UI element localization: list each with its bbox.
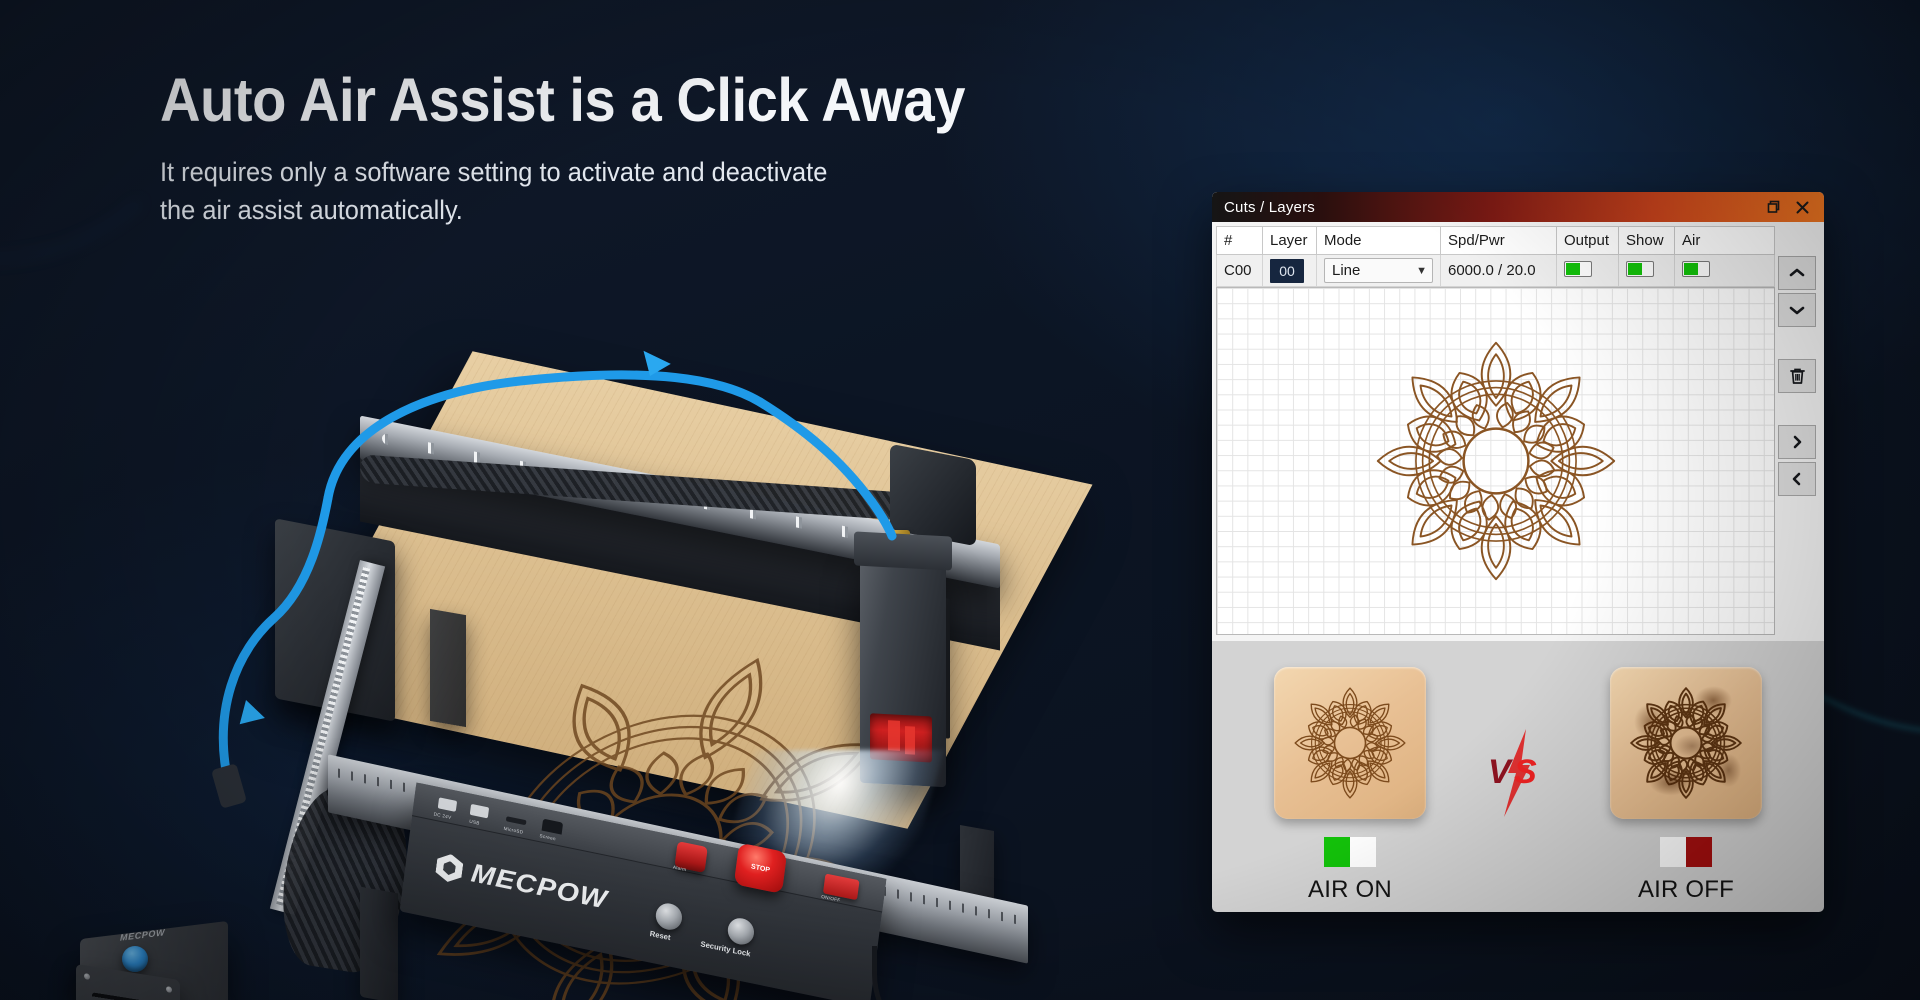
chevron-down-icon: ▼ xyxy=(1416,264,1427,277)
port-microsd[interactable] xyxy=(505,816,527,826)
mecpow-logo: MECPOW xyxy=(434,850,609,915)
cell-layer[interactable]: 00 xyxy=(1262,254,1317,287)
air-on-subtitle: With Auto Air Assist xyxy=(1290,909,1411,912)
emergency-stop-button[interactable]: STOP xyxy=(733,842,788,894)
vs-badge: V S xyxy=(1464,667,1572,821)
chevron-left-icon xyxy=(1792,472,1801,486)
vs-letter-v: V xyxy=(1488,753,1514,791)
tool-spacer-top xyxy=(1778,330,1816,356)
vs-letter-s: S xyxy=(1514,753,1537,791)
cell-spd-pwr[interactable]: 6000.0 / 20.0 xyxy=(1440,254,1557,287)
air-pump-control-knob[interactable] xyxy=(122,946,148,972)
port-usb[interactable] xyxy=(469,803,490,819)
port-label-screen: Screen xyxy=(539,833,557,843)
dialog-main-area: # Layer Mode Spd/Pwr Output Show Air C00 xyxy=(1216,226,1775,635)
indicator-white-square xyxy=(1350,837,1376,867)
move-down-button[interactable] xyxy=(1778,293,1816,327)
close-icon[interactable] xyxy=(1788,194,1816,220)
chevron-right-icon xyxy=(1793,435,1802,449)
cell-show xyxy=(1618,254,1675,287)
page-background: Auto Air Assist is a Click Away It requi… xyxy=(0,0,1920,1000)
indicator-red-square xyxy=(1686,837,1712,867)
chevron-down-icon xyxy=(1789,306,1805,315)
air-on-title: AIR ON xyxy=(1308,876,1392,903)
reset-knob-label: Reset xyxy=(649,929,672,942)
laser-head-top-cap xyxy=(854,531,952,571)
trash-icon xyxy=(1789,368,1805,384)
port-screen[interactable] xyxy=(541,818,564,835)
delete-button[interactable] xyxy=(1778,359,1816,393)
air-pump-vent-grille xyxy=(92,992,164,1000)
port-label-microsd: MicroSD xyxy=(503,826,524,836)
sample-tile-air-on xyxy=(1274,667,1426,819)
air-off-indicator xyxy=(1660,837,1712,867)
cell-air xyxy=(1674,254,1775,287)
engraved-mandala-sooty xyxy=(1630,687,1742,799)
col-header-show: Show xyxy=(1618,226,1675,255)
engraved-mandala-clean xyxy=(1294,687,1406,799)
port-dc24v[interactable] xyxy=(437,797,458,812)
dialog-body: # Layer Mode Spd/Pwr Output Show Air C00 xyxy=(1212,222,1824,641)
move-up-button[interactable] xyxy=(1778,256,1816,290)
sample-tile-air-off xyxy=(1610,667,1762,819)
dialog-titlebar: Cuts / Layers xyxy=(1212,192,1824,222)
col-header-layer: Layer xyxy=(1262,226,1317,255)
security-lock-knob[interactable] xyxy=(726,915,756,947)
col-header-output: Output xyxy=(1556,226,1619,255)
move-left-button[interactable] xyxy=(1778,462,1816,496)
mode-dropdown[interactable]: Line ▼ xyxy=(1324,258,1433,283)
design-canvas[interactable] xyxy=(1216,287,1775,635)
show-toggle[interactable] xyxy=(1626,260,1654,277)
air-assist-comparison: AIR ON With Auto Air Assist V S xyxy=(1212,641,1824,912)
chevron-up-icon xyxy=(1789,268,1805,277)
col-header-number: # xyxy=(1216,226,1263,255)
air-on-indicator xyxy=(1324,837,1376,867)
air-off-subtitle: Without Auto Air Assist xyxy=(1616,909,1756,912)
dialog-title: Cuts / Layers xyxy=(1224,198,1315,216)
indicator-white-square xyxy=(1660,837,1686,867)
comparison-air-on: AIR ON With Auto Air Assist xyxy=(1236,667,1464,912)
frame-leg-front-left xyxy=(360,886,398,1000)
page-subtitle: It requires only a software setting to a… xyxy=(160,156,828,225)
hero-text-block: Auto Air Assist is a Click Away It requi… xyxy=(160,68,1260,229)
col-header-spd-pwr: Spd/Pwr xyxy=(1440,226,1557,255)
mecpow-logo-mark xyxy=(435,851,465,884)
mecpow-logo-text: MECPOW xyxy=(469,857,610,915)
table-row[interactable]: C00 00 Line ▼ 6000.0 / 20.0 xyxy=(1216,254,1775,287)
restore-icon[interactable] xyxy=(1760,194,1788,220)
page-title: Auto Air Assist is a Click Away xyxy=(160,66,965,134)
air-off-title: AIR OFF xyxy=(1637,876,1735,903)
cuts-layers-dialog[interactable]: Cuts / Layers # Layer Mode Spd/Pwr Outpu… xyxy=(1212,192,1824,912)
frame-leg-back-left xyxy=(430,608,466,728)
mandala-artwork xyxy=(1376,341,1615,581)
port-label-dc24v: DC 24V xyxy=(433,811,452,821)
laser-engraver-illustration: DC 24V USB MicroSD Screen Alarm STOP ON/… xyxy=(54,230,1093,1000)
cuts-layers-table: # Layer Mode Spd/Pwr Output Show Air C00 xyxy=(1216,226,1775,287)
col-header-mode: Mode xyxy=(1316,226,1441,255)
screw-icon xyxy=(166,986,172,993)
mode-dropdown-value: Line xyxy=(1332,262,1361,279)
col-header-air: Air xyxy=(1674,226,1775,255)
machine-power-cord xyxy=(872,946,992,1000)
reset-knob[interactable] xyxy=(654,901,684,933)
cell-mode[interactable]: Line ▼ xyxy=(1316,254,1441,287)
table-header-row: # Layer Mode Spd/Pwr Output Show Air xyxy=(1216,226,1775,255)
vs-lightning-icon: V S xyxy=(1488,729,1537,817)
layer-color-swatch[interactable]: 00 xyxy=(1270,258,1304,283)
cell-number: C00 xyxy=(1216,254,1263,287)
port-label-usb: USB xyxy=(468,819,480,827)
output-toggle[interactable] xyxy=(1564,260,1592,277)
dialog-tool-column xyxy=(1778,226,1820,635)
air-toggle[interactable] xyxy=(1682,260,1710,277)
laser-head-module xyxy=(854,531,952,788)
move-right-button[interactable] xyxy=(1778,425,1816,459)
tool-spacer-bottom xyxy=(1778,396,1816,422)
indicator-green-square xyxy=(1324,837,1350,867)
laser-head-red-window xyxy=(870,713,932,763)
screw-icon xyxy=(84,973,90,980)
cell-output xyxy=(1556,254,1619,287)
comparison-air-off: AIR OFF Without Auto Air Assist xyxy=(1572,667,1800,912)
